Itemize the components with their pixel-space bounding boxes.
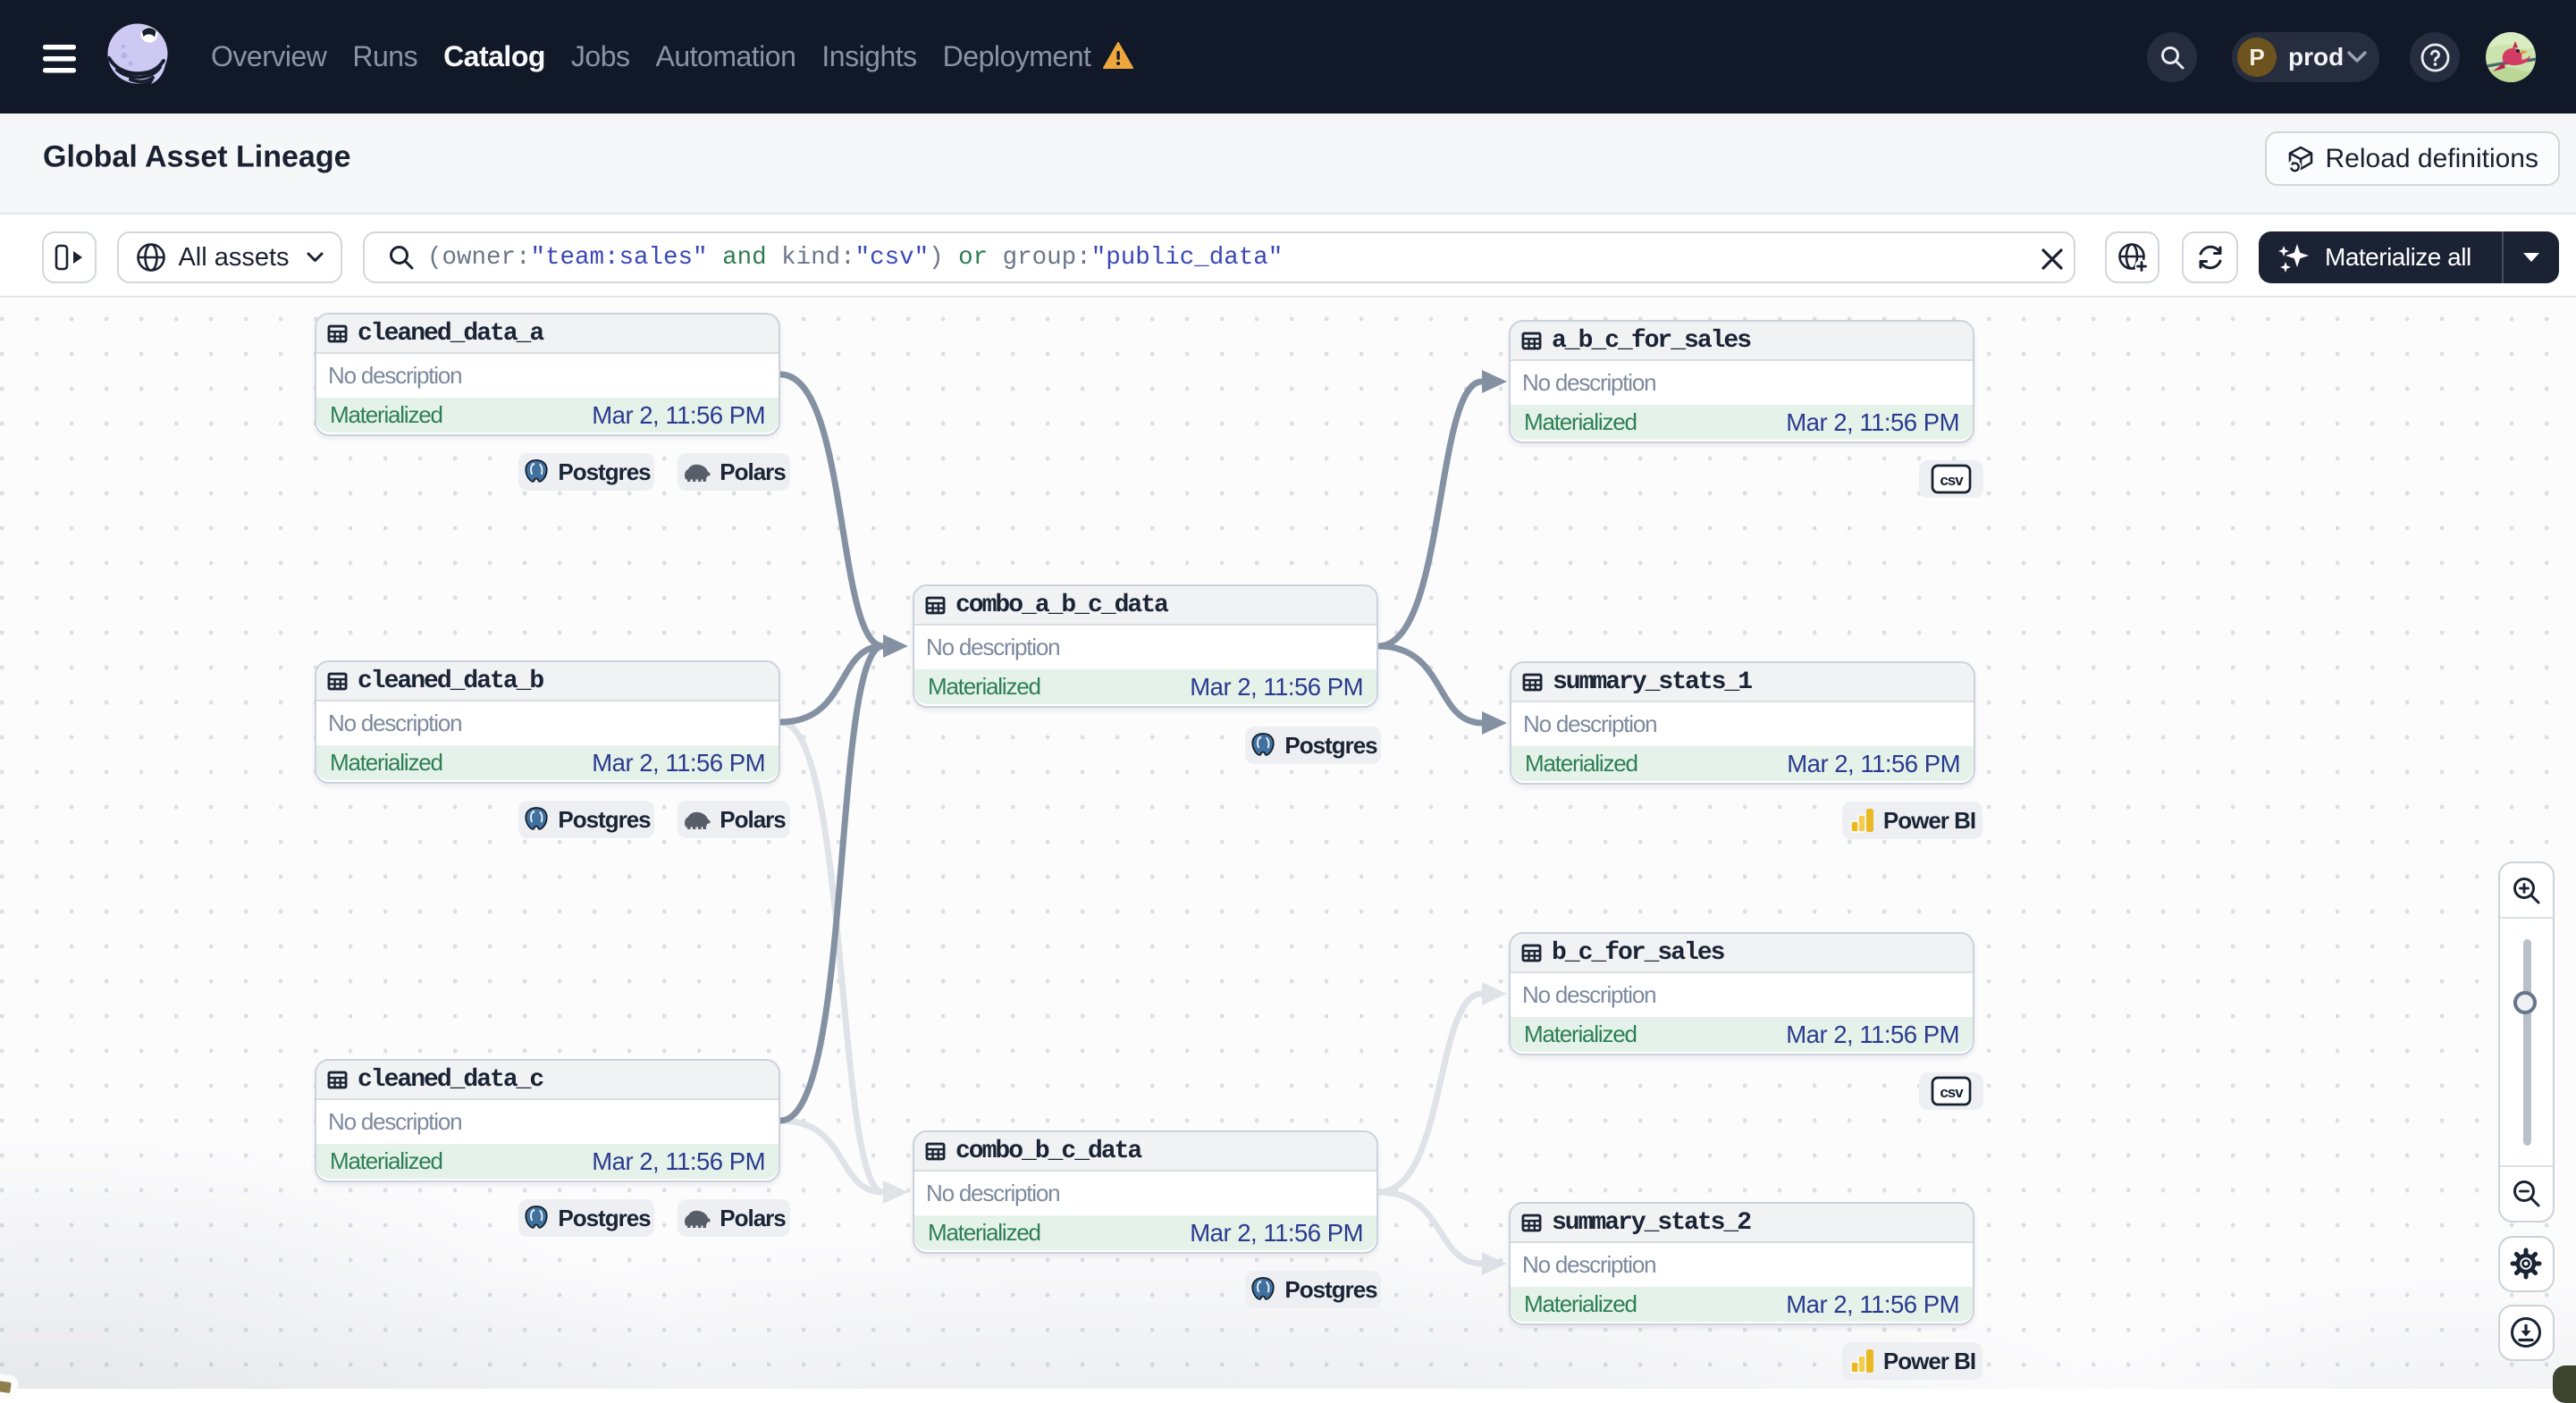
svg-text:csv: csv [1940,472,1964,489]
svg-text:csv: csv [1940,1084,1964,1101]
